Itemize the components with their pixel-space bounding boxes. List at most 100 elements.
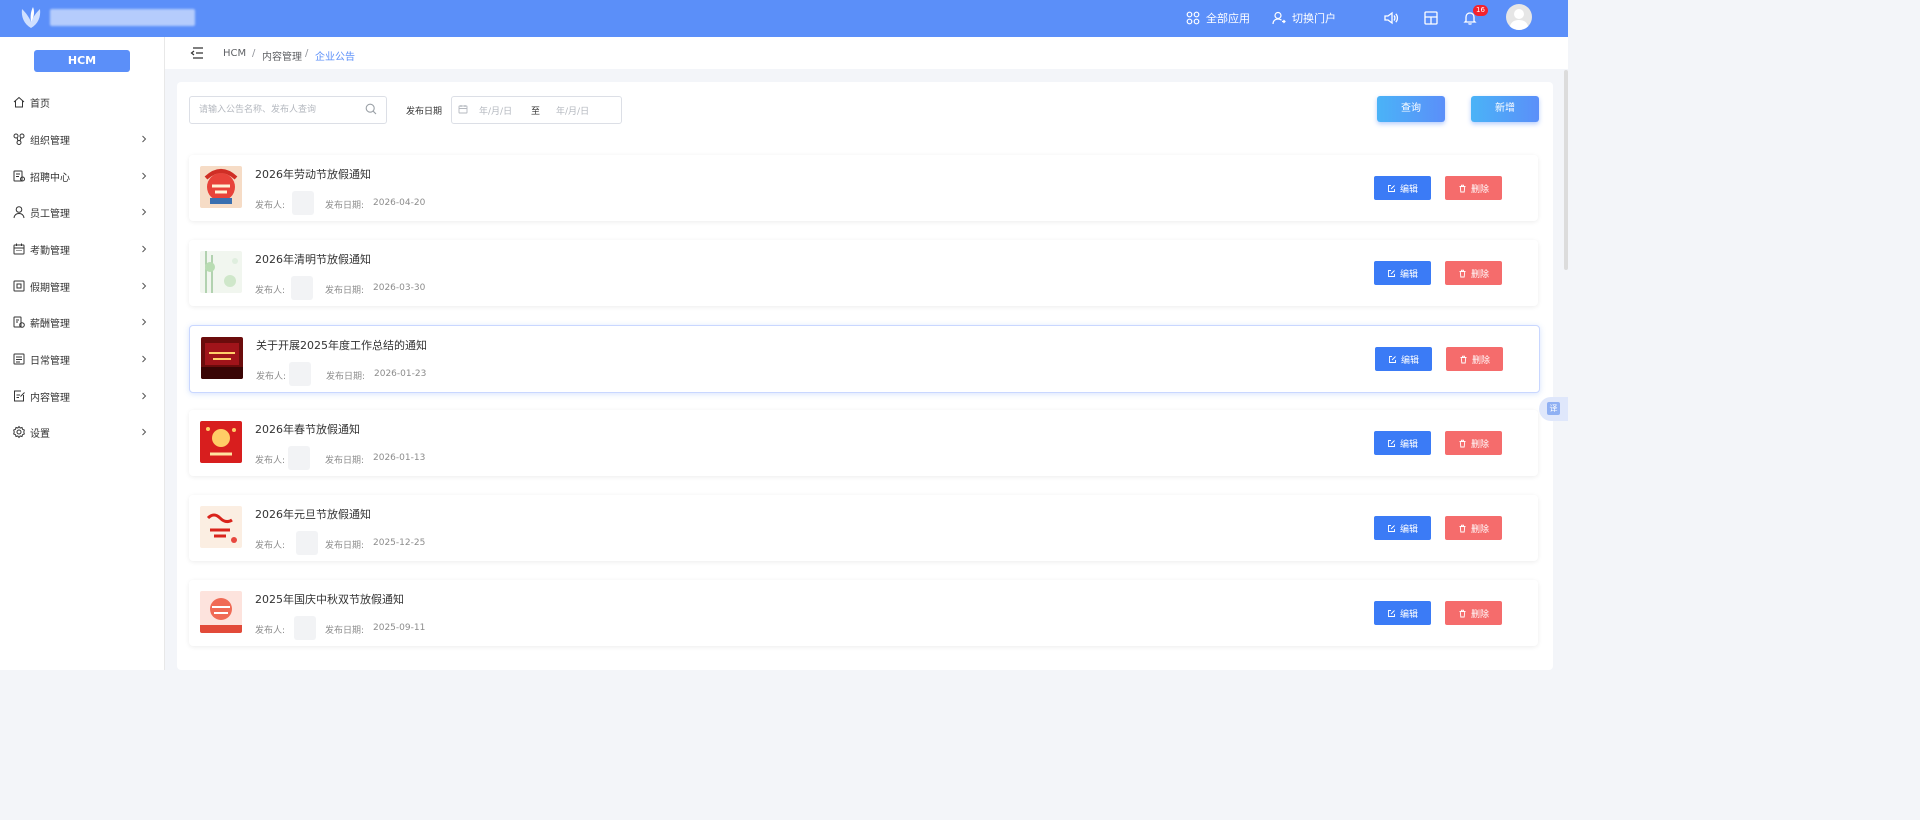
edit-button[interactable]: 编辑 — [1374, 516, 1431, 540]
breadcrumb-item-hcm[interactable]: HCM — [223, 48, 246, 59]
volume-icon[interactable] — [1383, 10, 1399, 26]
publisher-name-blurred — [289, 362, 311, 386]
date-start-input[interactable]: 年/月/日 — [479, 104, 512, 117]
sidebar-item-home[interactable]: 首页 — [0, 84, 164, 120]
sidebar-item-content[interactable]: 内容管理 — [0, 378, 164, 414]
announcement-thumbnail[interactable] — [200, 166, 242, 208]
publisher-label: 发布人: — [255, 286, 286, 296]
announcement-card[interactable]: 2025年国庆中秋双节放假通知 发布人: 发布日期: 2025-09-11 编辑 删除 — [189, 580, 1538, 646]
breadcrumb-bar: HCM / 内容管理 / 企业公告 — [165, 37, 1568, 69]
switch-portal-button[interactable]: 切换门户 — [1272, 9, 1336, 27]
delete-button[interactable]: 删除 — [1445, 516, 1502, 540]
company-logo[interactable] — [18, 6, 44, 30]
sidebar-item-label: 组织管理 — [30, 135, 70, 147]
sidebar-item-recruit[interactable]: 招聘中心 — [0, 158, 164, 194]
delete-button[interactable]: 删除 — [1445, 176, 1502, 200]
search-field[interactable] — [189, 96, 387, 124]
publish-date-label: 发布日期: — [325, 456, 365, 466]
delete-button[interactable]: 删除 — [1445, 431, 1502, 455]
delete-button[interactable]: 删除 — [1445, 261, 1502, 285]
trash-icon — [1459, 524, 1466, 532]
publisher-label: 发布人: — [255, 201, 286, 211]
company-name-blurred — [50, 9, 195, 26]
search-icon[interactable] — [365, 103, 377, 115]
publisher-name-blurred — [296, 531, 318, 555]
announcement-card[interactable]: 2026年春节放假通知 发布人: 发布日期: 2026-01-13 编辑 删除 — [189, 410, 1538, 476]
announcement-title[interactable]: 2025年国庆中秋双节放假通知 — [255, 591, 404, 607]
announcement-title[interactable]: 2026年元旦节放假通知 — [255, 506, 371, 522]
settings-icon — [13, 425, 25, 439]
publish-date-label: 发布日期: — [326, 372, 366, 382]
translate-icon: 译 — [1547, 402, 1560, 415]
edit-button[interactable]: 编辑 — [1375, 347, 1432, 371]
sidebar-item-label: 假期管理 — [30, 282, 70, 294]
announcement-title[interactable]: 2026年劳动节放假通知 — [255, 166, 371, 182]
announcement-title[interactable]: 2026年清明节放假通知 — [255, 251, 371, 267]
announcement-thumbnail[interactable] — [200, 506, 242, 548]
breadcrumb-separator: / — [305, 48, 309, 59]
sidebar-item-calendar[interactable]: 考勤管理 — [0, 231, 164, 267]
home-icon — [13, 96, 25, 108]
sidebar-item-leave[interactable]: 假期管理 — [0, 268, 164, 304]
announcement-thumbnail[interactable] — [200, 251, 242, 293]
publish-date-label: 发布日期: — [325, 286, 365, 296]
publisher-label: 发布人: — [255, 541, 286, 551]
layout-icon[interactable] — [1423, 10, 1439, 26]
edit-button[interactable]: 编辑 — [1374, 176, 1431, 200]
announcement-thumbnail[interactable] — [200, 591, 242, 633]
delete-label: 删除 — [1471, 355, 1490, 366]
collapse-menu-icon[interactable] — [190, 46, 204, 60]
breadcrumb-item-content[interactable]: 内容管理 — [262, 48, 302, 63]
query-button[interactable]: 查询 — [1377, 96, 1445, 122]
search-input[interactable] — [190, 98, 359, 122]
edit-label: 编辑 — [1399, 439, 1418, 450]
delete-label: 删除 — [1470, 439, 1489, 450]
announcement-thumbnail[interactable] — [200, 421, 242, 463]
announcement-title[interactable]: 关于开展2025年度工作总结的通知 — [256, 337, 427, 353]
sidebar-item-org[interactable]: 组织管理 — [0, 121, 164, 157]
breadcrumb-separator: / — [252, 48, 256, 59]
announcement-card[interactable]: 2026年清明节放假通知发布人: 发布日期: 2026-03-30 编辑 删除 — [189, 240, 1538, 306]
announcement-card[interactable]: 2026年劳动节放假通知 发布人: 发布日期: 2026-04-20 编辑 删除 — [189, 155, 1538, 221]
chevron-right-icon — [142, 428, 147, 436]
publish-date-label: 发布日期: — [325, 541, 365, 551]
sidebar-item-daily[interactable]: 日常管理 — [0, 341, 164, 377]
scrollbar[interactable] — [1564, 70, 1568, 270]
edit-icon — [1389, 355, 1396, 363]
system-switch-button[interactable]: HCM — [34, 50, 130, 72]
edit-button[interactable]: 编辑 — [1374, 601, 1431, 625]
announcement-thumbnail[interactable] — [201, 337, 243, 379]
announcement-card[interactable]: 关于开展2025年度工作总结的通知 发布人: 发布日期: 2026-01-23 编辑 删除 — [189, 325, 1540, 393]
delete-label: 删除 — [1470, 269, 1489, 280]
delete-button[interactable]: 删除 — [1445, 601, 1502, 625]
add-button[interactable]: 新增 — [1471, 96, 1539, 122]
date-range-separator: 至 — [531, 107, 541, 117]
avatar-user-icon — [1509, 9, 1529, 30]
calendar-icon — [13, 243, 25, 255]
delete-button[interactable]: 删除 — [1446, 347, 1503, 371]
publish-date-value: 2025-12-25 — [373, 538, 426, 548]
edit-button[interactable]: 编辑 — [1374, 431, 1431, 455]
all-apps-button[interactable]: 全部应用 — [1186, 9, 1250, 27]
breadcrumb-item-current: 企业公告 — [315, 52, 355, 63]
sidebar-item-settings[interactable]: 设置 — [0, 414, 164, 450]
trash-icon — [1459, 269, 1466, 277]
user-icon — [13, 206, 25, 219]
trash-icon — [1459, 439, 1466, 447]
translate-button[interactable]: 译 — [1539, 397, 1568, 421]
sidebar-item-label: 薪酬管理 — [30, 318, 70, 330]
publisher-name-blurred — [292, 191, 314, 215]
publish-date-value: 2026-04-20 — [373, 198, 426, 208]
date-end-input[interactable]: 年/月/日 — [556, 104, 589, 117]
sidebar-item-salary[interactable]: 薪酬管理 — [0, 304, 164, 340]
apps-grid-icon — [1186, 11, 1200, 25]
edit-button[interactable]: 编辑 — [1374, 261, 1431, 285]
publish-date-label: 发布日期: — [325, 626, 365, 636]
publish-date-value: 2026-03-30 — [373, 283, 426, 293]
edit-icon — [1388, 269, 1395, 277]
announcement-card[interactable]: 2026年元旦节放假通知发布人: 发布日期: 2025-12-25 编辑 删除 — [189, 495, 1538, 561]
avatar[interactable] — [1506, 4, 1532, 30]
delete-label: 删除 — [1470, 609, 1489, 620]
sidebar-item-user[interactable]: 员工管理 — [0, 194, 164, 230]
announcement-title[interactable]: 2026年春节放假通知 — [255, 421, 360, 437]
